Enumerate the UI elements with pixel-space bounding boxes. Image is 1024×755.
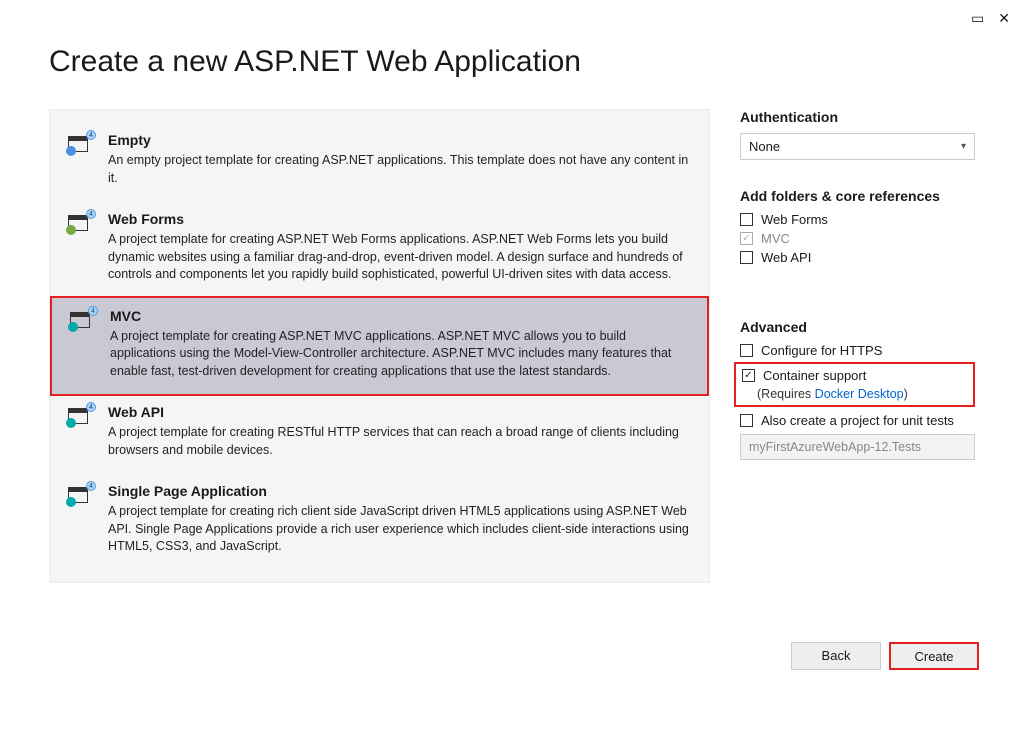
template-icon: 4 xyxy=(68,406,94,428)
checkbox xyxy=(740,232,753,245)
checkbox-label: MVC xyxy=(761,231,790,246)
auth-select[interactable]: None ▾ xyxy=(740,133,975,160)
template-item-single-page-application[interactable]: 4 Single Page Application A project temp… xyxy=(50,473,709,570)
folders-heading: Add folders & core references xyxy=(740,188,975,204)
close-icon[interactable]: ✕ xyxy=(998,10,1010,27)
template-icon: 4 xyxy=(68,134,94,156)
test-project-name-input: myFirstAzureWebApp-12.Tests xyxy=(740,434,975,460)
template-desc: A project template for creating RESTful … xyxy=(108,424,691,459)
unittests-checkbox-row[interactable]: Also create a project for unit tests xyxy=(740,413,975,428)
folder-checkbox-web-forms[interactable]: Web Forms xyxy=(740,212,975,227)
template-desc: A project template for creating rich cli… xyxy=(108,503,691,556)
page-title: Create a new ASP.NET Web Application xyxy=(49,45,1024,79)
folder-checkbox-mvc: MVC xyxy=(740,231,975,246)
chevron-down-icon: ▾ xyxy=(961,141,966,152)
unittests-checkbox[interactable] xyxy=(740,414,753,427)
template-icon: 4 xyxy=(70,310,96,332)
auth-heading: Authentication xyxy=(740,109,975,125)
container-label: Container support xyxy=(763,368,866,383)
template-title: Empty xyxy=(108,132,691,148)
template-desc: A project template for creating ASP.NET … xyxy=(110,328,689,381)
template-title: Web Forms xyxy=(108,211,691,227)
template-item-web-forms[interactable]: 4 Web Forms A project template for creat… xyxy=(50,201,709,298)
template-item-mvc[interactable]: 4 MVC A project template for creating AS… xyxy=(50,296,709,397)
container-requires: (Requires Docker Desktop) xyxy=(757,387,967,401)
unittests-label: Also create a project for unit tests xyxy=(761,413,954,428)
container-highlight: Container support (Requires Docker Deskt… xyxy=(734,362,975,407)
checkbox[interactable] xyxy=(740,251,753,264)
container-checkbox-row[interactable]: Container support xyxy=(742,368,967,383)
checkbox-label: Web API xyxy=(761,250,811,265)
back-button[interactable]: Back xyxy=(791,642,881,670)
template-desc: A project template for creating ASP.NET … xyxy=(108,231,691,284)
template-title: Web API xyxy=(108,404,691,420)
template-item-web-api[interactable]: 4 Web API A project template for creatin… xyxy=(50,394,709,473)
template-icon: 4 xyxy=(68,213,94,235)
maximize-icon[interactable]: ▭ xyxy=(971,10,984,27)
template-desc: An empty project template for creating A… xyxy=(108,152,691,187)
template-icon: 4 xyxy=(68,485,94,507)
create-button[interactable]: Create xyxy=(889,642,979,670)
checkbox[interactable] xyxy=(740,213,753,226)
docker-desktop-link[interactable]: Docker Desktop xyxy=(815,387,904,401)
https-label: Configure for HTTPS xyxy=(761,343,882,358)
template-title: MVC xyxy=(110,308,689,324)
template-list: 4 Empty An empty project template for cr… xyxy=(49,109,710,583)
folder-checkbox-web-api[interactable]: Web API xyxy=(740,250,975,265)
checkbox-label: Web Forms xyxy=(761,212,828,227)
https-checkbox[interactable] xyxy=(740,344,753,357)
template-title: Single Page Application xyxy=(108,483,691,499)
advanced-heading: Advanced xyxy=(740,319,975,335)
container-checkbox[interactable] xyxy=(742,369,755,382)
auth-value: None xyxy=(749,139,780,154)
template-item-empty[interactable]: 4 Empty An empty project template for cr… xyxy=(50,122,709,201)
https-checkbox-row[interactable]: Configure for HTTPS xyxy=(740,343,975,358)
